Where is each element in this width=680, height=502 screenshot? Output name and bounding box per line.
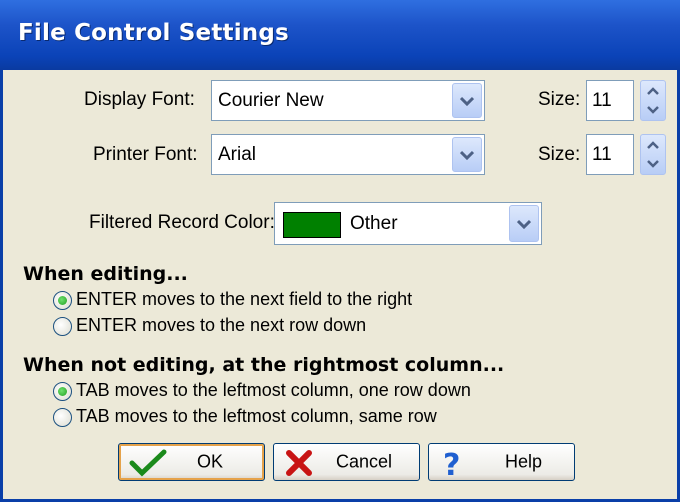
display-size-label: Size: <box>538 89 581 110</box>
printer-font-label: Printer Font: <box>93 144 198 165</box>
display-font-select[interactable]: Courier New <box>211 80 485 121</box>
printer-font-select[interactable]: Arial <box>211 134 485 175</box>
help-label: Help <box>505 451 543 472</box>
printer-size-input[interactable]: 11 <box>586 134 634 175</box>
not-editing-option-row-down-radio[interactable] <box>53 382 72 401</box>
editing-option-right-label: ENTER moves to the next field to the rig… <box>76 289 413 309</box>
dialog-title: File Control Settings <box>18 20 289 46</box>
printer-size-spinner[interactable] <box>640 134 666 175</box>
editing-option-down-label: ENTER moves to the next row down <box>76 315 367 335</box>
printer-font-dropdown-button[interactable] <box>452 137 482 172</box>
question-icon: ? <box>443 449 460 479</box>
printer-font-value: Arial <box>218 143 257 165</box>
not-editing-option-same-row-label: TAB moves to the leftmost column, same r… <box>76 406 437 426</box>
not-editing-option-same-row-radio[interactable] <box>53 408 72 427</box>
cancel-label: Cancel <box>336 451 393 472</box>
not-editing-option-row-down-label: TAB moves to the leftmost column, one ro… <box>76 380 471 400</box>
display-size-value: 11 <box>592 89 612 111</box>
display-font-value: Courier New <box>218 89 324 111</box>
ok-label: OK <box>197 451 224 472</box>
file-control-settings-dialog: File Control Settings Display Font: Cour… <box>0 0 680 502</box>
checkmark-icon <box>129 449 167 477</box>
chevron-up-icon <box>647 141 659 149</box>
not-editing-heading: When not editing, at the rightmost colum… <box>23 354 505 376</box>
title-bar: File Control Settings <box>0 0 680 70</box>
chevron-down-icon <box>517 219 531 229</box>
chevron-down-icon <box>647 106 659 114</box>
chevron-down-icon <box>460 96 474 106</box>
svg-text:?: ? <box>443 449 460 479</box>
chevron-down-icon <box>460 150 474 160</box>
filtered-color-label: Filtered Record Color: <box>89 212 275 233</box>
chevron-up-icon <box>647 87 659 95</box>
filtered-color-select[interactable]: Other <box>274 202 542 245</box>
chevron-down-icon <box>647 160 659 168</box>
printer-size-label: Size: <box>538 144 581 165</box>
x-icon <box>286 450 312 476</box>
cancel-button[interactable]: Cancel <box>273 443 420 481</box>
filtered-color-dropdown-button[interactable] <box>509 205 539 242</box>
ok-button[interactable]: OK <box>118 443 265 481</box>
editing-heading: When editing... <box>23 263 188 285</box>
display-size-spinner[interactable] <box>640 80 666 121</box>
filtered-color-value: Other <box>350 212 398 234</box>
display-font-dropdown-button[interactable] <box>452 83 482 118</box>
editing-option-right-radio[interactable] <box>53 291 72 310</box>
display-size-input[interactable]: 11 <box>586 80 634 121</box>
help-button[interactable]: ? Help <box>428 443 575 481</box>
printer-size-value: 11 <box>592 143 612 165</box>
color-swatch <box>283 212 341 238</box>
display-font-label: Display Font: <box>84 89 195 110</box>
editing-option-down-radio[interactable] <box>53 317 72 336</box>
